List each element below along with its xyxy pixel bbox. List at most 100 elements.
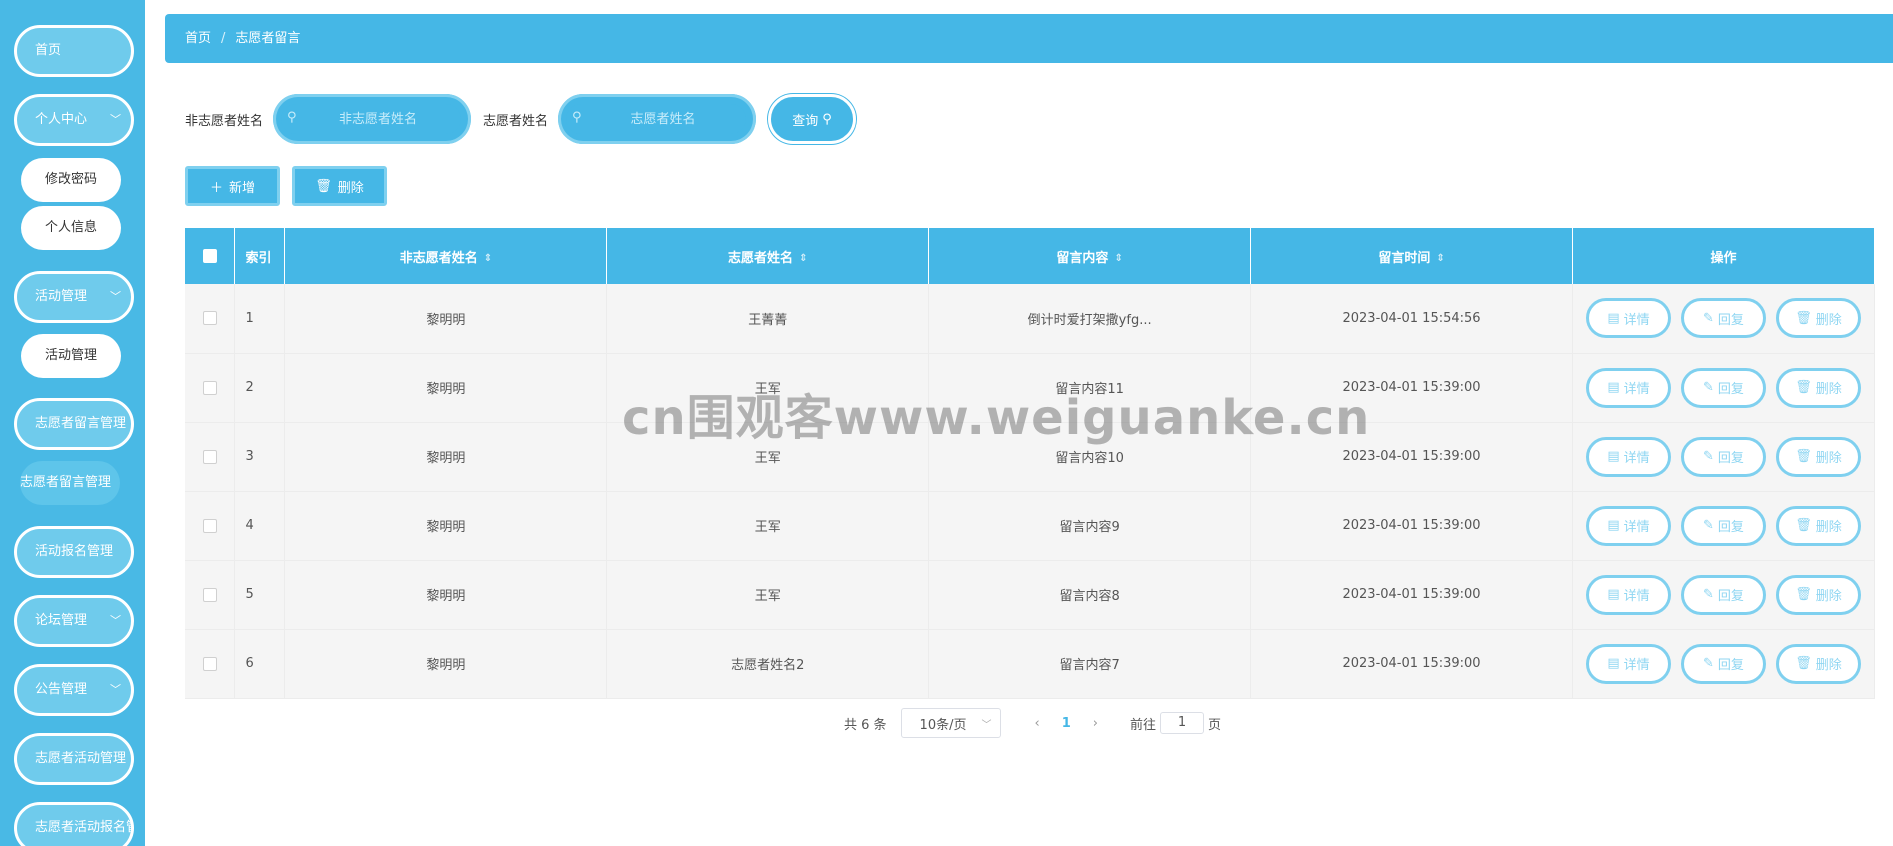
row-checkbox[interactable] xyxy=(202,449,217,464)
reply-button[interactable]: ✎ 回复 xyxy=(1680,298,1766,339)
menu-forum[interactable]: 论坛管理 ﹀ xyxy=(14,595,134,647)
cell-ops: ▤ 详情 ✎ 回复 🗑 删除 xyxy=(1572,560,1876,630)
cell-index: 2 xyxy=(234,353,286,423)
sidebar: 首页 个人中心 ﹀ 修改密码 个人信息 活动管理 ﹀ 活动管理 志愿者留言管理 志愿… xyxy=(0,0,145,846)
chevron-down-icon: ﹀ xyxy=(981,719,992,731)
row-select[interactable] xyxy=(185,629,236,699)
reply-button-label: 回复 xyxy=(1717,589,1744,604)
sort-icon[interactable]: ⇕ xyxy=(484,253,492,264)
submenu-volunteer-message-active[interactable]: 志愿者留言管理 xyxy=(20,461,120,505)
breadcrumb-home[interactable]: 首页 xyxy=(185,31,211,46)
table-row: 1 黎明明 王菁菁 倒计时爱打架撒yfg... 2023-04-01 15:54:56 ▤… xyxy=(185,284,1876,354)
row-checkbox[interactable] xyxy=(202,587,217,602)
page-number-current[interactable]: 1 xyxy=(1062,716,1071,731)
header-time[interactable]: 留言时间 ⇕ xyxy=(1250,228,1573,284)
row-checkbox[interactable] xyxy=(202,311,217,326)
menu-volunteer-message[interactable]: 志愿者留言管理 xyxy=(14,398,134,450)
cell-non-volunteer: 黎明明 xyxy=(284,629,608,699)
detail-button[interactable]: ▤ 详情 xyxy=(1585,643,1671,684)
row-delete-button[interactable]: 🗑 删除 xyxy=(1775,643,1861,684)
row-select[interactable] xyxy=(185,560,236,630)
page-size-select[interactable]: 10条/页 ﹀ xyxy=(900,708,1001,738)
select-all-checkbox[interactable] xyxy=(202,249,217,263)
sort-icon[interactable]: ⇕ xyxy=(1114,253,1122,264)
cell-volunteer: 王军 xyxy=(606,353,930,423)
header-non-volunteer[interactable]: 非志愿者姓名 ⇕ xyxy=(284,228,608,284)
next-page-icon[interactable]: › xyxy=(1093,716,1098,731)
table-body: 1 黎明明 王菁菁 倒计时爱打架撒yfg... 2023-04-01 15:54:56 ▤… xyxy=(185,284,1876,699)
goto-page-input[interactable]: 1 xyxy=(1160,712,1205,734)
query-button[interactable]: 查询 ⚲ xyxy=(768,94,857,144)
header-index: 索引 xyxy=(234,228,286,284)
menu-activity-signup[interactable]: 活动报名管理 xyxy=(14,526,134,578)
reply-button[interactable]: ✎ 回复 xyxy=(1680,505,1766,546)
row-select[interactable] xyxy=(185,284,236,354)
sort-icon[interactable]: ⇕ xyxy=(1436,253,1444,264)
row-select[interactable] xyxy=(185,422,236,492)
cell-content: 留言内容9 xyxy=(928,491,1252,561)
reply-button-label: 回复 xyxy=(1717,312,1744,328)
goto-suffix: 页 xyxy=(1208,717,1222,733)
batch-delete-button[interactable]: 🗑 删除 xyxy=(292,166,387,206)
row-delete-button[interactable]: 🗑 删除 xyxy=(1775,436,1861,477)
row-delete-button-label: 删除 xyxy=(1815,658,1842,673)
menu-notice[interactable]: 公告管理 ﹀ xyxy=(14,664,134,716)
header-volunteer[interactable]: 志愿者姓名 ⇕ xyxy=(606,228,930,284)
prev-page-icon[interactable]: ‹ xyxy=(1035,716,1040,731)
detail-button[interactable]: ▤ 详情 xyxy=(1585,505,1671,546)
row-checkbox[interactable] xyxy=(202,518,217,533)
row-delete-button[interactable]: 🗑 删除 xyxy=(1775,298,1861,339)
search-bar: 非志愿者姓名 ⚲ 志愿者姓名 ⚲ 查询⚲ xyxy=(185,94,857,144)
row-checkbox[interactable] xyxy=(202,656,217,671)
search-input-volunteer[interactable] xyxy=(566,104,747,134)
reply-button[interactable]: ✎ 回复 xyxy=(1680,643,1766,684)
row-delete-button[interactable]: 🗑 删除 xyxy=(1775,574,1861,615)
reply-button[interactable]: ✎ 回复 xyxy=(1680,367,1766,408)
menu-volunteer-activity-signup[interactable]: 志愿者活动报名管 xyxy=(14,802,134,846)
sort-icon[interactable]: ⇕ xyxy=(799,253,807,264)
menu-home[interactable]: 首页 xyxy=(14,25,134,77)
reply-button[interactable]: ✎ 回复 xyxy=(1680,436,1766,477)
row-select[interactable] xyxy=(185,353,236,423)
document-icon: ▤ xyxy=(1607,656,1620,671)
menu-personal-center[interactable]: 个人中心 ﹀ xyxy=(14,94,134,146)
detail-button[interactable]: ▤ 详情 xyxy=(1585,367,1671,408)
header-content[interactable]: 留言内容 ⇕ xyxy=(928,228,1252,284)
row-actions: ▤ 详情 ✎ 回复 🗑 删除 xyxy=(1573,505,1874,546)
menu-personal-center-label: 个人中心 xyxy=(35,112,88,127)
row-checkbox[interactable] xyxy=(202,380,217,395)
search-input-non-volunteer[interactable] xyxy=(281,104,462,134)
row-delete-button[interactable]: 🗑 删除 xyxy=(1775,505,1861,546)
goto-prefix: 前往 xyxy=(1130,717,1157,733)
table-row: 6 黎明明 志愿者姓名2 留言内容7 2023-04-01 15:39:00 ▤ 详情 ✎ 回复… xyxy=(185,629,1876,699)
row-delete-button-label: 删除 xyxy=(1815,382,1842,397)
chevron-down-icon: ﹀ xyxy=(110,290,121,303)
submenu-activity-manage-label: 活动管理 xyxy=(44,348,97,363)
cell-content: 留言内容10 xyxy=(928,422,1252,492)
chevron-down-icon: ﹀ xyxy=(110,683,121,696)
reply-button[interactable]: ✎ 回复 xyxy=(1680,574,1766,615)
menu-activity-label: 活动管理 xyxy=(35,289,88,304)
cell-time: 2023-04-01 15:39:00 xyxy=(1250,353,1573,423)
detail-button[interactable]: ▤ 详情 xyxy=(1585,298,1671,339)
submenu-personal-info[interactable]: 个人信息 xyxy=(21,206,121,250)
cell-volunteer: 王军 xyxy=(606,491,930,561)
cell-index: 4 xyxy=(234,491,286,561)
add-button[interactable]: ＋ 新增 xyxy=(185,166,280,206)
row-delete-button[interactable]: 🗑 删除 xyxy=(1775,367,1861,408)
header-select-all[interactable] xyxy=(185,228,236,284)
cell-time: 2023-04-01 15:39:00 xyxy=(1250,629,1573,699)
cell-content: 留言内容8 xyxy=(928,560,1252,630)
menu-volunteer-activity-signup-label: 志愿者活动报名管 xyxy=(35,820,134,835)
cell-time: 2023-04-01 15:39:00 xyxy=(1250,560,1573,630)
row-select[interactable] xyxy=(185,491,236,561)
submenu-activity-manage[interactable]: 活动管理 xyxy=(21,334,121,378)
menu-activity[interactable]: 活动管理 ﹀ xyxy=(14,271,134,323)
menu-volunteer-activity[interactable]: 志愿者活动管理 xyxy=(14,733,134,785)
submenu-change-password[interactable]: 修改密码 xyxy=(21,158,121,202)
detail-button[interactable]: ▤ 详情 xyxy=(1585,574,1671,615)
cell-non-volunteer: 黎明明 xyxy=(284,284,608,354)
detail-button[interactable]: ▤ 详情 xyxy=(1585,436,1671,477)
table-row: 2 黎明明 王军 留言内容11 2023-04-01 15:39:00 ▤ 详情 ✎ 回复 🗑 删除 xyxy=(185,353,1876,423)
header-content-label: 留言内容 xyxy=(1056,250,1109,266)
